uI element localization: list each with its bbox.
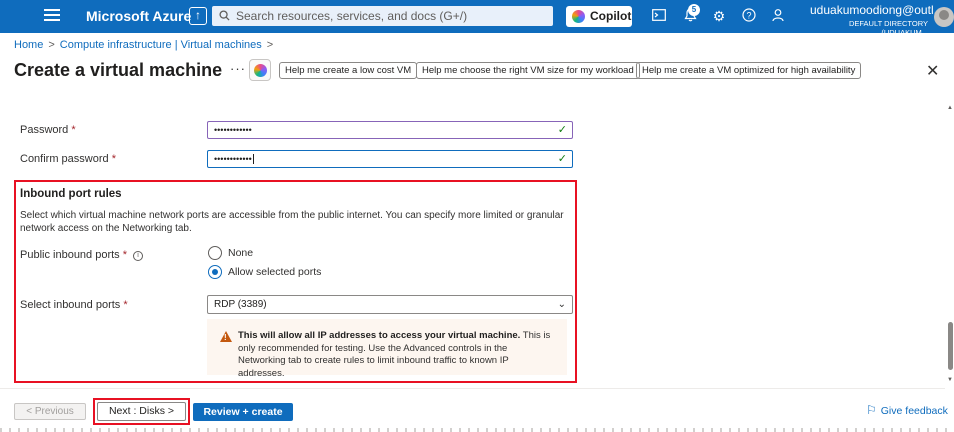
warning-icon [220, 331, 232, 345]
search-input[interactable]: Search resources, services, and docs (G+… [212, 6, 553, 26]
svg-text:?: ? [746, 11, 751, 21]
account-email: uduakumoodiong@outl... [810, 3, 944, 17]
copilot-suggestion-vm-size[interactable]: Help me choose the right VM size for my … [416, 62, 640, 79]
breadcrumb-virtual-machines[interactable]: Compute infrastructure | Virtual machine… [60, 39, 262, 51]
inbound-ports-selected: RDP (3389) [214, 299, 267, 310]
upgrade-icon[interactable]: ↑ [189, 7, 207, 25]
top-navigation-bar: Microsoft Azure ↑ Search resources, serv… [0, 0, 954, 37]
feedback-person-icon[interactable] [771, 8, 787, 24]
copilot-icon [572, 10, 585, 23]
copilot-suggestion-low-cost[interactable]: Help me create a low cost VM [279, 62, 418, 79]
page-title: Create a virtual machine [14, 60, 223, 80]
confirm-password-field[interactable]: •••••••••••• ✓ [207, 150, 573, 168]
settings-gear-icon[interactable]: ⚙ [711, 8, 727, 24]
avatar[interactable] [934, 7, 954, 27]
public-inbound-ports-label: Public inbound ports * i [20, 249, 144, 261]
close-icon[interactable]: ✕ [926, 61, 939, 81]
account-directory: DEFAULT DIRECTORY (UDUAKUM... [848, 19, 928, 37]
select-inbound-ports-label: Select inbound ports * [20, 299, 128, 311]
footer-divider [0, 388, 945, 389]
breadcrumb-separator: > [266, 39, 274, 51]
review-create-button[interactable]: Review + create [193, 403, 293, 421]
next-disks-button[interactable]: Next : Disks > [97, 402, 186, 421]
breadcrumb-home[interactable]: Home [14, 39, 43, 51]
info-icon[interactable]: i [133, 251, 144, 261]
account-info[interactable]: uduakumoodiong@outl... DEFAULT DIRECTORY… [810, 3, 944, 37]
copilot-suggestion-high-availability[interactable]: Help me create a VM optimized for high a… [636, 62, 862, 79]
radio-none-label[interactable]: None [228, 247, 253, 259]
radio-none[interactable] [208, 246, 222, 260]
feedback-icon: ⚐ [866, 403, 877, 417]
inbound-port-rules-description: Select which virtual machine network por… [20, 210, 564, 234]
inbound-ports-dropdown[interactable]: RDP (3389) ⌄ [207, 295, 573, 314]
breadcrumb: Home > Compute infrastructure | Virtual ma… [14, 39, 278, 51]
bottom-scroll-strip [0, 428, 954, 432]
give-feedback-link[interactable]: ⚐ Give feedback [866, 403, 948, 417]
valid-check-icon: ✓ [557, 153, 567, 165]
search-icon [219, 10, 230, 21]
radio-allow-selected-ports[interactable] [208, 265, 222, 279]
more-options-icon[interactable]: ··· [230, 61, 246, 76]
inbound-port-rules-title: Inbound port rules [20, 188, 122, 200]
copilot-icon[interactable] [249, 59, 271, 81]
cloud-shell-icon[interactable] [651, 8, 667, 24]
copilot-button[interactable]: Copilot [566, 6, 632, 27]
valid-check-icon: ✓ [557, 124, 567, 136]
azure-brand[interactable]: Microsoft Azure [86, 8, 191, 24]
previous-button[interactable]: < Previous [14, 403, 86, 420]
copilot-label: Copilot [590, 9, 632, 23]
notification-count-badge: 5 [688, 4, 700, 16]
text-cursor [252, 154, 254, 164]
hamburger-menu-icon[interactable] [44, 9, 60, 23]
password-label: Password * [20, 124, 76, 136]
radio-allow-selected-ports-label[interactable]: Allow selected ports [228, 266, 321, 278]
chevron-down-icon: ⌄ [557, 299, 566, 310]
confirm-password-label: Confirm password * [20, 153, 116, 165]
scrollbar-thumb[interactable] [948, 322, 953, 370]
warning-bold-text: This will allow all IP addresses to acce… [238, 330, 521, 341]
confirm-password-value: •••••••••••• [214, 154, 252, 164]
help-icon[interactable]: ? [741, 8, 757, 24]
scroll-down-icon[interactable]: ▼ [947, 377, 953, 383]
breadcrumb-separator: > [48, 39, 55, 51]
search-placeholder: Search resources, services, and docs (G+… [236, 9, 468, 23]
warning-message: This will allow all IP addresses to acce… [207, 319, 567, 379]
password-field[interactable]: •••••••••••• ✓ [207, 121, 573, 139]
scroll-up-icon[interactable]: ▲ [947, 105, 953, 111]
password-value: •••••••••••• [214, 125, 252, 135]
